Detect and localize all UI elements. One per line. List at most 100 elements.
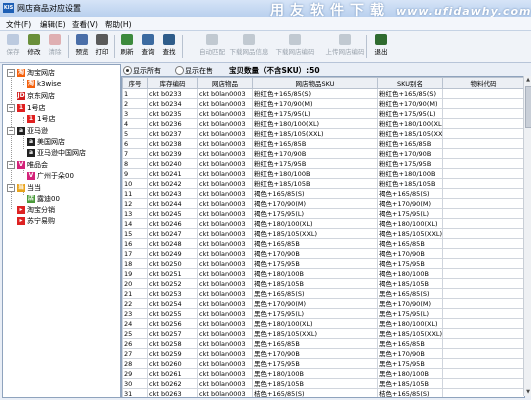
table-cell[interactable]: ckt b0lan0003 xyxy=(197,258,253,269)
table-row[interactable]: 4 ckt b0236 ckt b0lan0003 粉红色+180/100(XL) 粉红… xyxy=(122,118,524,129)
table-cell[interactable]: ckt b0261 xyxy=(147,368,198,379)
table-row[interactable]: 26 ckt b0258 ckt b0lan0003 黑色+165/85B 黑色+165… xyxy=(122,338,524,349)
table-cell[interactable]: 11 xyxy=(122,188,148,199)
tree-node-amazon-us[interactable]: a 美国网店 xyxy=(27,137,65,147)
table-cell[interactable]: 粉红色+165/85(S) xyxy=(252,88,378,99)
column-header-stock-code[interactable]: 库存编码 xyxy=(147,77,198,89)
table-cell[interactable]: 粉红色+165/85(S) xyxy=(377,88,443,99)
menu-help[interactable]: 帮助(H) xyxy=(105,19,132,30)
table-cell[interactable]: 26 xyxy=(122,338,148,349)
table-row[interactable]: 9 ckt b0241 ckt b0lan0003 粉红色+180/100B 粉红色+1… xyxy=(122,168,524,179)
tree-node-suning[interactable]: ▸ 苏宁易购 xyxy=(17,216,55,226)
table-cell[interactable] xyxy=(442,388,524,397)
table-cell[interactable] xyxy=(442,308,524,319)
table-cell[interactable]: 粉红色+180/100B xyxy=(252,168,378,179)
table-row[interactable]: 6 ckt b0238 ckt b0lan0003 粉红色+165/85B 粉红色+16… xyxy=(122,138,524,149)
table-cell[interactable]: 褐色+175/95B xyxy=(377,258,443,269)
clear-button[interactable]: 清除 xyxy=(45,33,65,60)
table-row[interactable]: 1 ckt b0233 ckt b0lan0003 粉红色+165/85(S) 粉红色+… xyxy=(122,88,524,99)
table-cell[interactable]: 黑色+170/90B xyxy=(377,348,443,359)
table-cell[interactable] xyxy=(442,158,524,169)
tree-node-vip-shop[interactable]: V 广州于朵00 xyxy=(27,171,74,181)
table-cell[interactable]: 12 xyxy=(122,198,148,209)
menu-file[interactable]: 文件(F) xyxy=(6,19,31,30)
table-cell[interactable] xyxy=(442,298,524,309)
table-cell[interactable]: 7 xyxy=(122,148,148,159)
table-cell[interactable]: 桔色+165/85(S) xyxy=(252,388,378,397)
table-cell[interactable] xyxy=(442,288,524,299)
table-cell[interactable]: ckt b0lan0003 xyxy=(197,268,253,279)
table-cell[interactable]: 4 xyxy=(122,118,148,129)
column-header-shop-sku[interactable]: 网店物品SKU xyxy=(252,77,378,89)
tree-node-taobao-dist[interactable]: ▸ 淘宝分销 xyxy=(17,205,55,215)
table-cell[interactable]: 粉红色+185/105(XXL) xyxy=(252,128,378,139)
table-row[interactable]: 24 ckt b0256 ckt b0lan0003 黑色+180/100(XL) 黑色… xyxy=(122,318,524,329)
print-button[interactable]: 打印 xyxy=(92,33,112,60)
table-row[interactable]: 30 ckt b0262 ckt b0lan0003 黑色+185/105B 黑色+18… xyxy=(122,378,524,389)
table-cell[interactable]: 30 xyxy=(122,378,148,389)
table-cell[interactable] xyxy=(442,218,524,229)
table-row[interactable]: 20 ckt b0252 ckt b0lan0003 褐色+185/105B 褐色+18… xyxy=(122,278,524,289)
tree-node-yhd[interactable]: −1 1号店 xyxy=(7,103,45,113)
show-all-radio[interactable] xyxy=(123,66,132,75)
scroll-thumb[interactable] xyxy=(525,86,531,128)
table-cell[interactable] xyxy=(442,128,524,139)
table-cell[interactable]: 黑色+175/95B xyxy=(252,358,378,369)
table-cell[interactable]: ckt b0lan0003 xyxy=(197,358,253,369)
table-cell[interactable] xyxy=(442,118,524,129)
table-cell[interactable]: 黑色+170/90(M) xyxy=(252,298,378,309)
table-cell[interactable] xyxy=(442,258,524,269)
table-row[interactable]: 28 ckt b0260 ckt b0lan0003 黑色+175/95B 黑色+175… xyxy=(122,358,524,369)
table-cell[interactable] xyxy=(442,268,524,279)
table-cell[interactable]: 褐色+170/90(M) xyxy=(252,198,378,209)
table-cell[interactable]: 粉红色+170/90(M) xyxy=(252,98,378,109)
table-cell[interactable]: 褐色+170/90B xyxy=(377,248,443,259)
table-cell[interactable]: 15 xyxy=(122,228,148,239)
table-cell[interactable]: ckt b0251 xyxy=(147,268,198,279)
table-cell[interactable]: ckt b0lan0003 xyxy=(197,328,253,339)
table-row[interactable]: 29 ckt b0261 ckt b0lan0003 黑色+180/100B 黑色+18… xyxy=(122,368,524,379)
table-cell[interactable]: 褐色+175/95(L) xyxy=(252,208,378,219)
table-cell[interactable]: ckt b0lan0003 xyxy=(197,218,253,229)
table-cell[interactable]: 黑色+185/105B xyxy=(252,378,378,389)
table-cell[interactable]: ckt b0lan0003 xyxy=(197,278,253,289)
table-cell[interactable] xyxy=(442,368,524,379)
table-cell[interactable] xyxy=(442,278,524,289)
table-cell[interactable]: 黑色+175/95(L) xyxy=(252,308,378,319)
table-row[interactable]: 22 ckt b0254 ckt b0lan0003 黑色+170/90(M) 黑色+1… xyxy=(122,298,524,309)
table-cell[interactable]: 桔色+165/85(S) xyxy=(377,388,443,397)
table-cell[interactable]: 粉红色+185/105B xyxy=(252,178,378,189)
table-cell[interactable]: 褐色+165/85B xyxy=(377,238,443,249)
table-cell[interactable]: 黑色+180/100(XL) xyxy=(252,318,378,329)
tree-node-amazon[interactable]: − a 亚马逊 xyxy=(7,126,48,136)
table-cell[interactable]: ckt b0lan0003 xyxy=(197,378,253,389)
table-cell[interactable]: ckt b0242 xyxy=(147,178,198,189)
table-cell[interactable]: 9 xyxy=(122,168,148,179)
table-cell[interactable]: ckt b0lan0003 xyxy=(197,208,253,219)
table-cell[interactable]: 褐色+170/90B xyxy=(252,248,378,259)
table-cell[interactable]: 黑色+180/100B xyxy=(252,368,378,379)
table-cell[interactable]: 粉红色+175/95(L) xyxy=(377,108,443,119)
table-cell[interactable]: 褐色+165/85B xyxy=(252,238,378,249)
table-cell[interactable]: ckt b0lan0003 xyxy=(197,338,253,349)
scroll-down-arrow-icon[interactable]: ▼ xyxy=(524,388,531,396)
table-cell[interactable]: ckt b0lan0003 xyxy=(197,288,253,299)
show-on-sale-radio[interactable] xyxy=(175,66,184,75)
table-cell[interactable]: 粉红色+170/90B xyxy=(377,148,443,159)
tree-node-dangdang-shop[interactable]: 店露迪00 xyxy=(27,194,60,204)
table-cell[interactable] xyxy=(442,338,524,349)
table-cell[interactable] xyxy=(442,238,524,249)
column-header-index[interactable]: 序号 xyxy=(122,77,148,89)
table-cell[interactable]: 19 xyxy=(122,268,148,279)
table-cell[interactable]: 褐色+175/95B xyxy=(252,258,378,269)
table-cell[interactable]: 粉红色+165/85B xyxy=(252,138,378,149)
tree-node-yhd-shop[interactable]: 1 1号店 xyxy=(27,114,55,124)
table-cell[interactable] xyxy=(442,138,524,149)
table-cell[interactable]: 褐色+170/90(M) xyxy=(377,198,443,209)
table-cell[interactable]: 黑色+165/85B xyxy=(252,338,378,349)
scroll-up-arrow-icon[interactable]: ▲ xyxy=(524,76,531,84)
table-cell[interactable]: ckt b0lan0003 xyxy=(197,158,253,169)
table-cell[interactable]: 黑色+185/105(XXL) xyxy=(252,328,378,339)
table-cell[interactable]: 粉红色+175/95B xyxy=(252,158,378,169)
column-header-sku-alias[interactable]: SKU别名 xyxy=(377,77,443,89)
